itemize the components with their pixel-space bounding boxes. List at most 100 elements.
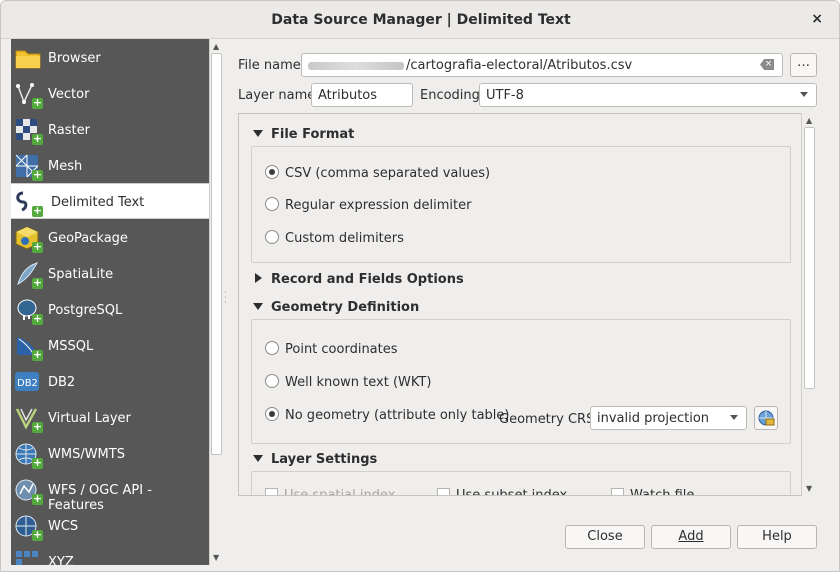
collapse-triangle-icon (253, 303, 263, 310)
mesh-icon: + (15, 154, 43, 181)
sidebar-item-label: Raster (48, 123, 90, 138)
sidebar-item-label: GeoPackage (48, 231, 128, 246)
wfs-icon: + (15, 478, 43, 505)
window-title: Data Source Manager | Delimited Text (271, 12, 571, 28)
sidebar-item-label: XYZ (48, 555, 74, 565)
clear-icon[interactable]: × (760, 59, 774, 70)
radio-button[interactable] (265, 374, 279, 388)
radio-button[interactable] (265, 407, 279, 421)
add-button[interactable]: Add (651, 525, 731, 549)
sidebar-item-browser[interactable]: Browser (11, 40, 209, 76)
sidebar-item-label: Browser (48, 51, 101, 66)
redacted-path (308, 61, 404, 70)
sidebar-item-mesh[interactable]: + Mesh (11, 148, 209, 184)
watch-file-checkbox[interactable]: Watch file (611, 488, 694, 495)
sidebar-item-wms-wmts[interactable]: + WMS/WMTS (11, 436, 209, 472)
subset-index-checkbox[interactable]: Use subset index (437, 488, 567, 495)
file-name-input[interactable]: /cartografia-electoral/Atributos.csv × (301, 53, 783, 77)
panel-scrollbar[interactable]: ▲ ▼ (801, 113, 817, 496)
sidebar-item-spatialite[interactable]: + SpatiaLite (11, 256, 209, 292)
title-bar: Data Source Manager | Delimited Text × (1, 1, 839, 39)
wcs-icon: + (15, 514, 43, 541)
sidebar-item-label: MSSQL (48, 339, 94, 354)
file-format-group: CSV (comma separated values) Regular exp… (251, 146, 791, 263)
virtual-layer-icon: + (15, 406, 43, 433)
expand-triangle-icon (255, 273, 262, 283)
mssql-icon: + (15, 334, 43, 361)
radio-button[interactable] (265, 165, 279, 179)
collapse-triangle-icon (253, 455, 263, 462)
sidebar-item-delimited-text[interactable]: + Delimited Text (11, 183, 209, 219)
scroll-up-icon[interactable]: ▲ (213, 42, 219, 51)
layer-name-input[interactable]: Atributos (311, 83, 413, 107)
collapse-triangle-icon (253, 130, 263, 137)
scroll-up-icon[interactable]: ▲ (806, 116, 812, 125)
sidebar-item-db2[interactable]: DB2 DB2 (11, 364, 209, 400)
scrollbar-thumb[interactable] (211, 53, 222, 455)
postgresql-icon: + (15, 298, 43, 325)
encoding-select[interactable]: UTF-8 (479, 83, 817, 107)
checkbox[interactable] (611, 488, 624, 495)
radio-csv[interactable]: CSV (comma separated values) (265, 165, 490, 181)
scroll-down-icon[interactable]: ▼ (806, 484, 812, 493)
sidebar-item-raster[interactable]: + Raster (11, 112, 209, 148)
svg-text:DB2: DB2 (17, 378, 38, 389)
folder-icon (15, 46, 41, 70)
sidebar-item-label: WMS/WMTS (48, 447, 125, 462)
spatialite-icon: + (15, 262, 43, 289)
geometry-crs-select[interactable]: invalid projection (590, 406, 747, 430)
sidebar-item-label: PostgreSQL (48, 303, 123, 318)
sidebar-item-geopackage[interactable]: + GeoPackage (11, 220, 209, 256)
spatial-index-checkbox[interactable]: Use spatial index (265, 488, 395, 495)
vector-icon: + (15, 82, 43, 109)
geometry-group: Point coordinates Well known text (WKT) … (251, 319, 791, 444)
globe-icon (758, 410, 775, 426)
sidebar-item-label: Mesh (48, 159, 83, 174)
file-format-header[interactable]: File Format (253, 127, 354, 142)
scrollbar-thumb[interactable] (804, 127, 815, 389)
layer-settings-group: Use spatial index Use subset index Watch… (251, 471, 791, 495)
sidebar-item-label: WCS (48, 519, 79, 534)
chevron-down-icon (800, 92, 808, 97)
layer-name-label: Layer name (238, 88, 316, 103)
delimited-text-icon: + (15, 190, 43, 217)
help-button[interactable]: Help (737, 525, 817, 549)
browse-button[interactable]: … (790, 53, 817, 77)
scroll-down-icon[interactable]: ▼ (213, 553, 219, 562)
sidebar-item-virtual-layer[interactable]: + Virtual Layer (11, 400, 209, 436)
sidebar-scrollbar[interactable]: ▲ ▼ (209, 39, 223, 565)
radio-point-coordinates[interactable]: Point coordinates (265, 341, 398, 357)
sidebar-item-wfs[interactable]: + WFS / OGC API - Features (11, 472, 209, 513)
geopackage-icon: + (15, 226, 43, 253)
sidebar-item-xyz[interactable]: XYZ (11, 544, 209, 565)
crs-selector-button[interactable] (754, 406, 778, 430)
raster-icon: + (15, 118, 43, 145)
options-panel: File Format CSV (comma separated values)… (238, 113, 817, 496)
chevron-down-icon (730, 415, 738, 420)
sidebar-item-label: SpatiaLite (48, 267, 114, 282)
sidebar-item-wcs[interactable]: + WCS (11, 508, 209, 544)
xyz-icon (15, 550, 41, 565)
layer-settings-header[interactable]: Layer Settings (253, 452, 377, 467)
sidebar-item-mssql[interactable]: + MSSQL (11, 328, 209, 364)
checkbox[interactable] (265, 488, 278, 495)
record-fields-header[interactable]: Record and Fields Options (253, 272, 464, 287)
sidebar-item-postgresql[interactable]: + PostgreSQL (11, 292, 209, 328)
geometry-definition-header[interactable]: Geometry Definition (253, 300, 419, 315)
checkbox[interactable] (437, 488, 450, 495)
radio-custom[interactable]: Custom delimiters (265, 230, 404, 246)
close-button[interactable]: Close (565, 525, 645, 549)
encoding-label: Encoding (420, 88, 480, 103)
radio-button[interactable] (265, 197, 279, 211)
sidebar-item-label: Vector (48, 87, 90, 102)
splitter-handle[interactable]: · · · (224, 289, 227, 308)
radio-button[interactable] (265, 341, 279, 355)
radio-no-geometry[interactable]: No geometry (attribute only table) (265, 407, 509, 423)
radio-wkt[interactable]: Well known text (WKT) (265, 374, 431, 390)
sidebar-item-label: Virtual Layer (48, 411, 131, 426)
radio-regex[interactable]: Regular expression delimiter (265, 197, 471, 213)
close-window-icon[interactable]: × (811, 11, 823, 27)
sidebar-item-vector[interactable]: + Vector (11, 76, 209, 112)
radio-button[interactable] (265, 230, 279, 244)
sidebar-item-label: DB2 (48, 375, 76, 390)
